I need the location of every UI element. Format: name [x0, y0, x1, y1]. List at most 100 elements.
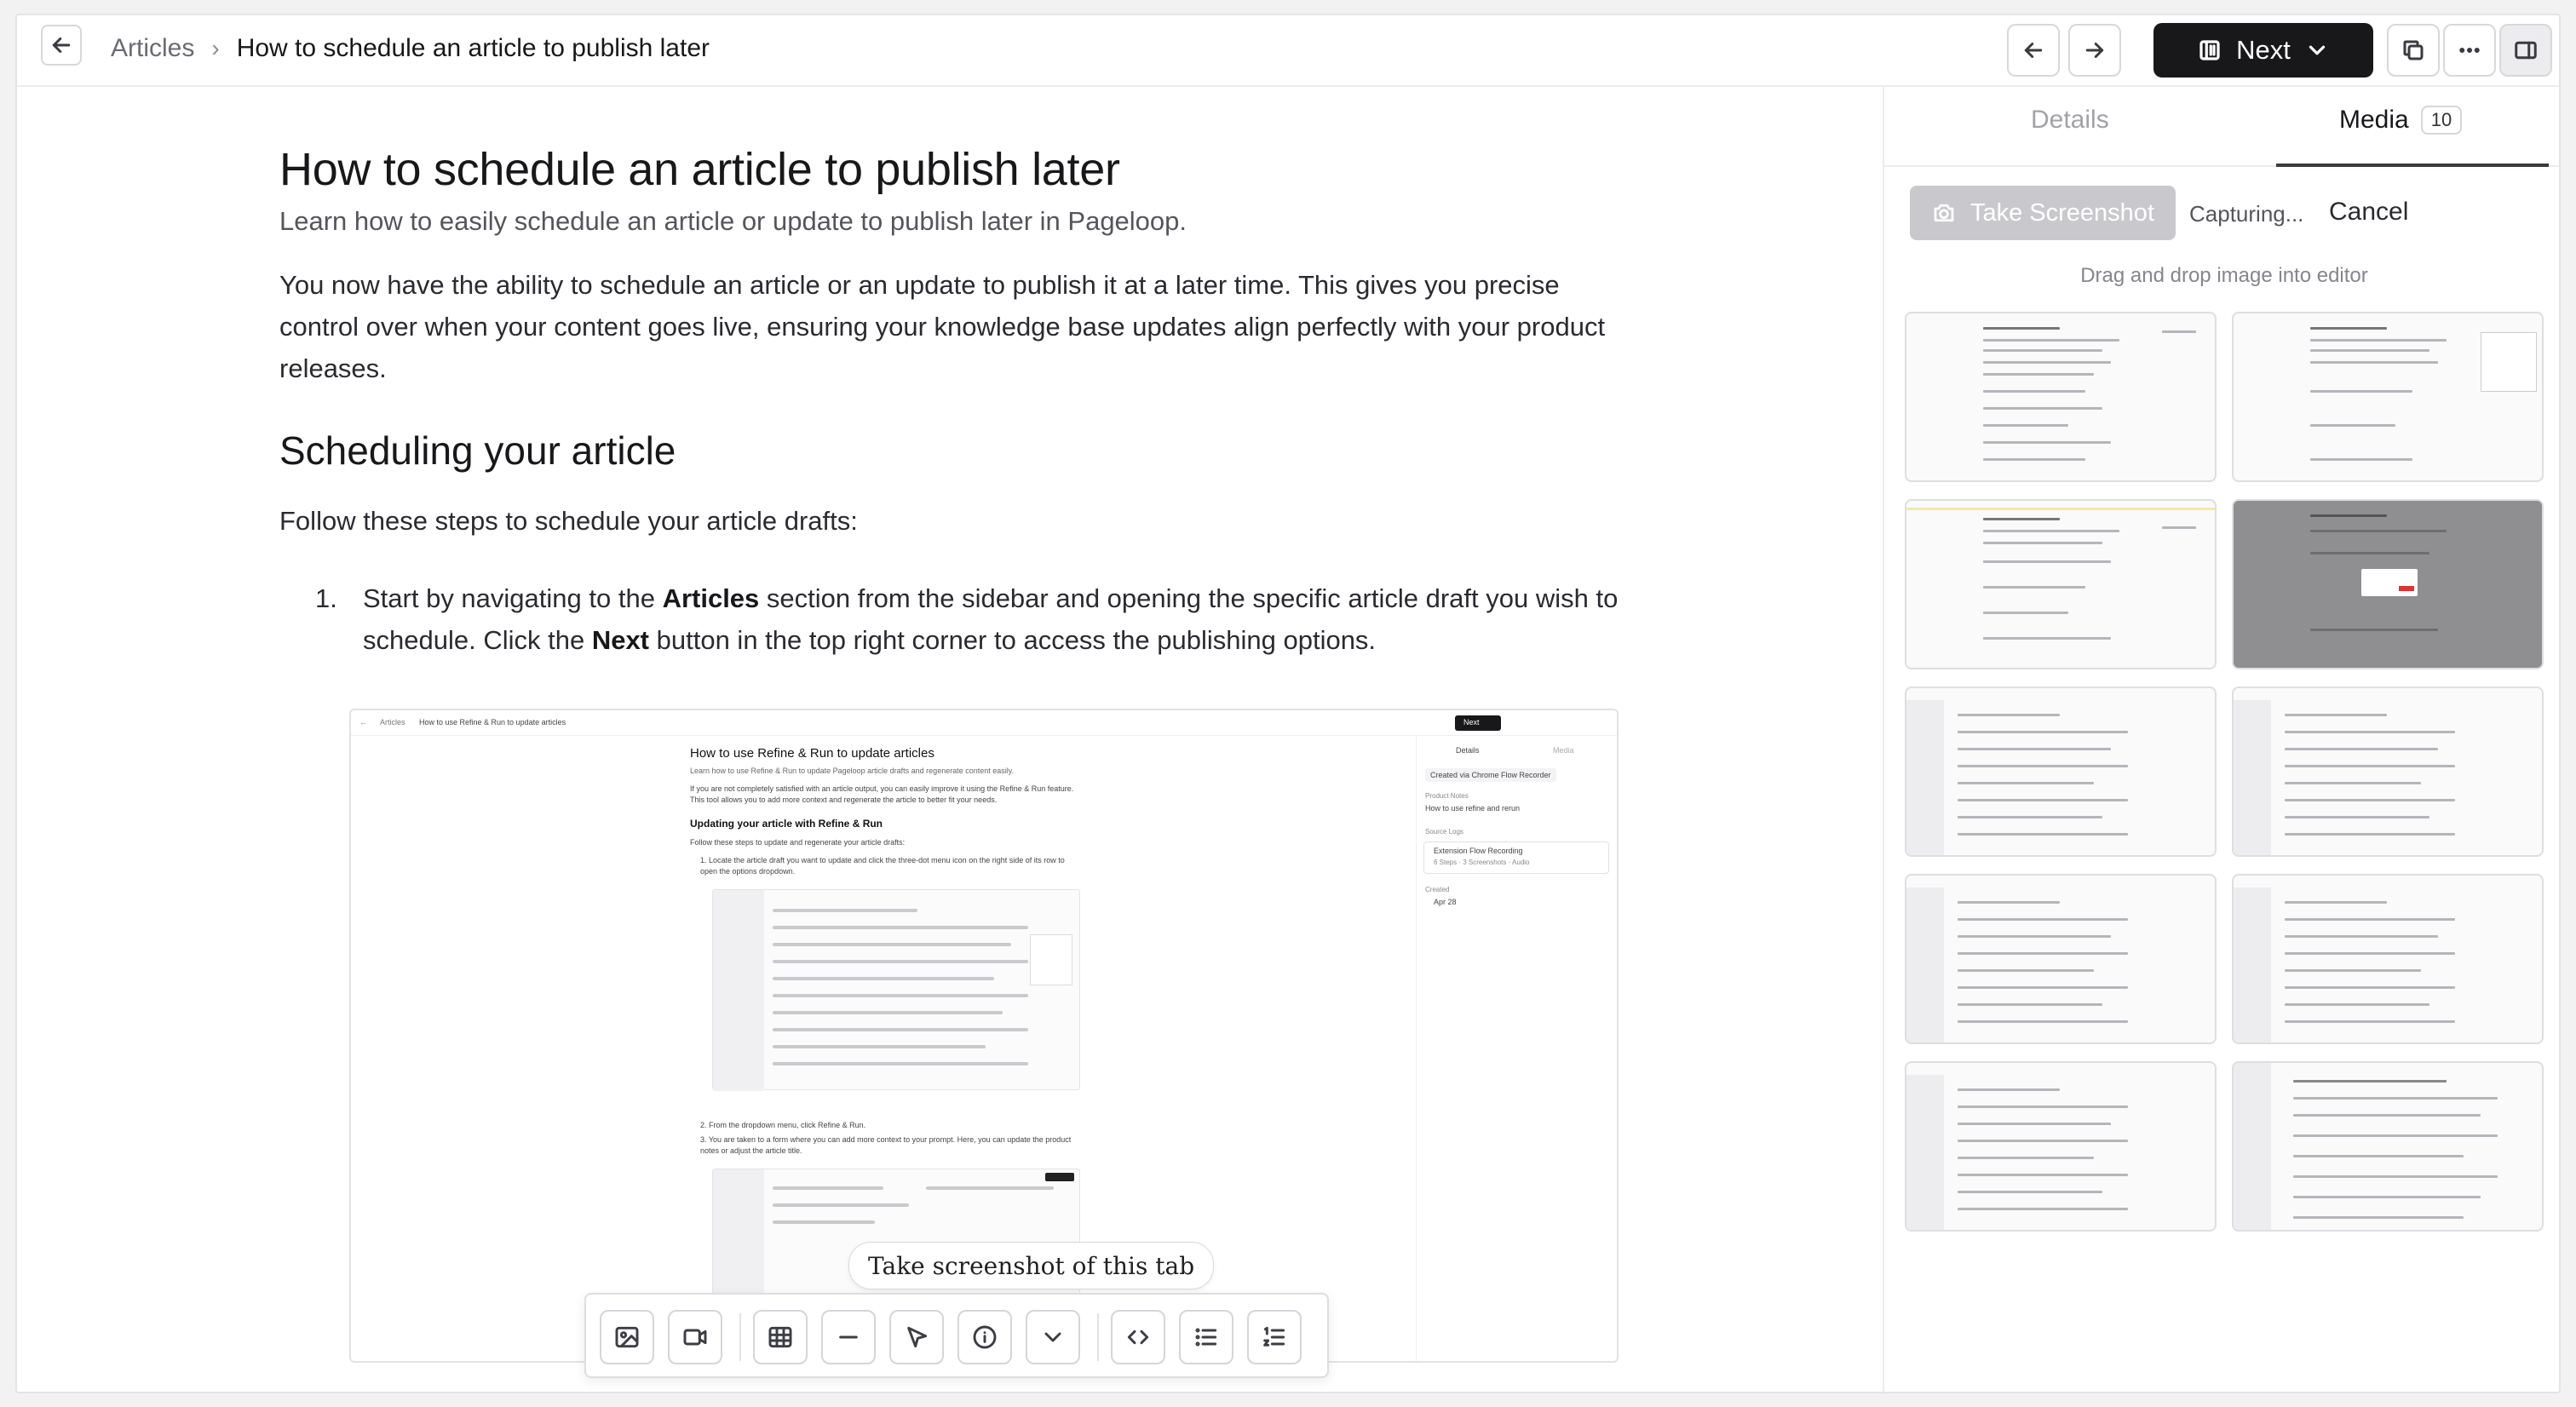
embedded-subtitle: Learn how to use Refine & Run to update …	[690, 767, 1015, 775]
bullet-list-icon	[1195, 1328, 1217, 1347]
cancel-button[interactable]: Cancel	[2329, 198, 2408, 227]
previous-article-button[interactable]	[2007, 24, 2060, 77]
article-title[interactable]: How to schedule an article to publish la…	[279, 143, 1120, 196]
bulleted-list-button[interactable]	[1179, 1310, 1233, 1364]
section-intro[interactable]: Follow these steps to schedule your arti…	[279, 506, 858, 537]
media-thumbnail[interactable]	[1905, 874, 2217, 1044]
embedded-product-notes: How to use refine and rerun	[1425, 804, 1521, 813]
embedded-step-3: 3. You are taken to a form where you can…	[700, 1135, 1072, 1155]
tab-media[interactable]: Media 10	[2339, 106, 2463, 135]
chevron-down-icon	[2309, 45, 2325, 55]
arrow-right-icon	[2085, 43, 2104, 58]
article-editor[interactable]: How to schedule an article to publish la…	[17, 87, 1883, 1392]
embedded-crumb-root: Articles	[380, 718, 405, 726]
take-screenshot-label: Take Screenshot	[1969, 198, 2154, 227]
active-tab-indicator	[2276, 164, 2549, 167]
duplicate-button[interactable]	[2387, 24, 2440, 77]
image-icon	[615, 1326, 639, 1348]
embedded-created-date: Apr 28	[1434, 898, 1457, 906]
breadcrumb-separator: ›	[211, 35, 220, 61]
embedded-step-2: 2. From the dropdown menu, click Refine …	[700, 1121, 866, 1129]
next-button-label: Next	[2236, 35, 2291, 65]
toggle-panel-button[interactable]	[2499, 24, 2552, 77]
toolbar-divider	[1097, 1313, 1099, 1361]
copy-icon	[2403, 40, 2424, 60]
take-screenshot-button[interactable]: Take Screenshot	[1910, 186, 2176, 240]
insert-cursor-button[interactable]	[889, 1310, 944, 1364]
media-thumbnail[interactable]	[2232, 874, 2544, 1044]
embedded-intro: If you are not completely satisfied with…	[690, 784, 1074, 804]
embedded-heading: Updating your article with Refine & Run	[690, 818, 883, 830]
numbered-list-button[interactable]	[1247, 1310, 1302, 1364]
embedded-tab-details: Details	[1456, 746, 1480, 755]
insert-video-button[interactable]	[668, 1310, 722, 1364]
more-options-button[interactable]	[2443, 24, 2496, 77]
section-heading[interactable]: Scheduling your article	[279, 428, 676, 474]
breadcrumb: Articles › How to schedule an article to…	[111, 34, 710, 63]
embedded-created-label: Created	[1425, 886, 1450, 893]
arrow-left-icon	[52, 37, 71, 53]
media-thumbnail[interactable]	[2232, 499, 2544, 669]
capturing-status: Capturing...	[2189, 201, 2304, 227]
media-thumbnail[interactable]	[2232, 686, 2544, 857]
next-button[interactable]: Next	[2153, 23, 2373, 78]
article-subtitle[interactable]: Learn how to easily schedule an article …	[279, 206, 1187, 237]
embedded-source-meta: 6 Steps · 3 Screenshots · Audio	[1434, 859, 1530, 866]
insert-toggle-button[interactable]	[1026, 1310, 1080, 1364]
insert-divider-button[interactable]	[821, 1310, 876, 1364]
camera-icon	[1934, 204, 1954, 222]
media-thumbnail[interactable]	[2232, 312, 2544, 482]
embedded-source-name: Extension Flow Recording	[1434, 847, 1523, 855]
insert-image-button[interactable]	[600, 1310, 654, 1364]
embedded-follow: Follow these steps to update and regener…	[690, 838, 906, 847]
chevron-down-icon	[1044, 1332, 1061, 1342]
media-panel: Details Media 10 Take Screenshot Capturi…	[1883, 87, 2559, 1392]
media-thumbnail[interactable]	[1905, 686, 2217, 857]
breadcrumb-current: How to schedule an article to publish la…	[236, 34, 710, 62]
top-bar: Articles › How to schedule an article to…	[17, 15, 2559, 87]
toolbar-divider	[739, 1313, 741, 1361]
embedded-product-notes-label: Product Notes	[1425, 792, 1469, 800]
step-number: 1.	[315, 583, 337, 613]
embedded-inner-screenshot-1	[712, 889, 1080, 1091]
embedded-crumb-current: How to use Refine & Run to update articl…	[419, 718, 566, 726]
sidebar-icon	[2515, 41, 2537, 60]
app-window: Articles › How to schedule an article to…	[15, 14, 2561, 1393]
embedded-title: How to use Refine & Run to update articl…	[690, 746, 934, 761]
cursor-icon	[907, 1326, 928, 1348]
step-text: Start by navigating to the Articles sect…	[363, 583, 1619, 655]
table-icon	[768, 1326, 792, 1348]
media-thumbnail[interactable]	[1905, 499, 2217, 669]
editor-insert-toolbar	[584, 1293, 1329, 1378]
embedded-next-button: Next	[1455, 715, 1501, 731]
more-horizontal-icon	[2459, 48, 2480, 54]
media-thumbnail[interactable]	[1905, 312, 2217, 482]
video-icon	[683, 1329, 707, 1346]
insert-code-button[interactable]	[1111, 1310, 1165, 1364]
article-intro[interactable]: You now have the ability to schedule an …	[279, 264, 1608, 389]
embedded-step-1: 1. Locate the article draft you want to …	[700, 856, 1065, 876]
media-thumbnail[interactable]	[1905, 1061, 2217, 1232]
back-button[interactable]	[41, 25, 82, 66]
book-icon	[2199, 40, 2220, 60]
numbered-list-icon	[1263, 1326, 1285, 1347]
media-thumbnail[interactable]	[2232, 1061, 2544, 1232]
embedded-side-panel: Details Media Created via Chrome Flow Re…	[1416, 736, 1617, 1361]
insert-callout-button[interactable]	[957, 1310, 1012, 1364]
tab-media-label: Media	[2339, 106, 2409, 134]
drag-drop-hint: Drag and drop image into editor	[2080, 264, 2368, 287]
embedded-tab-media: Media	[1553, 746, 1574, 755]
next-article-button[interactable]	[2068, 24, 2121, 77]
embedded-back-icon: ←	[359, 718, 367, 726]
info-icon	[973, 1325, 997, 1349]
breadcrumb-articles-link[interactable]: Articles	[111, 34, 194, 63]
media-count-badge: 10	[2420, 106, 2463, 135]
tab-details[interactable]: Details	[2031, 106, 2109, 135]
horizontal-rule-icon	[839, 1335, 858, 1339]
embedded-source-label: Source Logs	[1425, 828, 1463, 836]
code-icon	[1127, 1329, 1149, 1345]
embedded-created-via: Created via Chrome Flow Recorder	[1425, 768, 1556, 782]
screenshot-tooltip: Take screenshot of this tab	[848, 1242, 1215, 1289]
insert-table-button[interactable]	[753, 1310, 808, 1364]
embedded-top-bar: ← Articles How to use Refine & Run to up…	[351, 710, 1617, 736]
